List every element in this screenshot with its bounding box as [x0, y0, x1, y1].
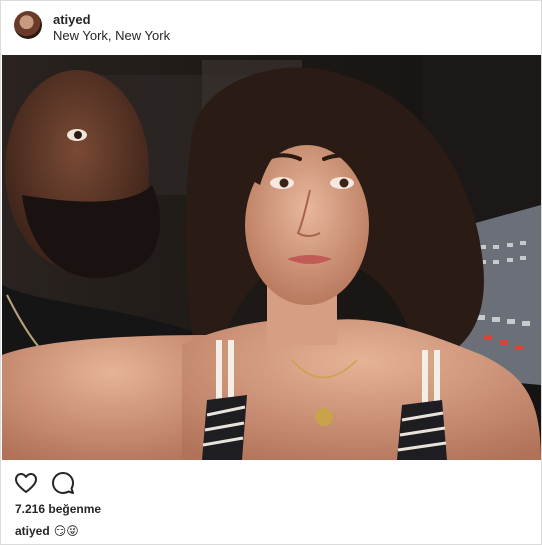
avatar[interactable]: [14, 11, 42, 39]
instagram-post: atiyed New York, New York 7.216 beğenme …: [0, 0, 542, 545]
post-photo[interactable]: [2, 55, 541, 460]
comment-icon[interactable]: [51, 471, 75, 495]
post-username[interactable]: atiyed: [53, 12, 91, 28]
post-actions: [1, 467, 541, 497]
caption-username[interactable]: atiyed: [15, 524, 50, 538]
post-caption: atiyed 😏😜: [15, 523, 79, 539]
post-header: atiyed New York, New York: [1, 1, 541, 53]
selfie-photo: [2, 55, 541, 460]
caption-text: 😏😜: [53, 524, 79, 538]
post-location[interactable]: New York, New York: [53, 28, 170, 44]
like-count[interactable]: 7.216 beğenme: [15, 501, 101, 517]
heart-icon[interactable]: [14, 471, 38, 495]
